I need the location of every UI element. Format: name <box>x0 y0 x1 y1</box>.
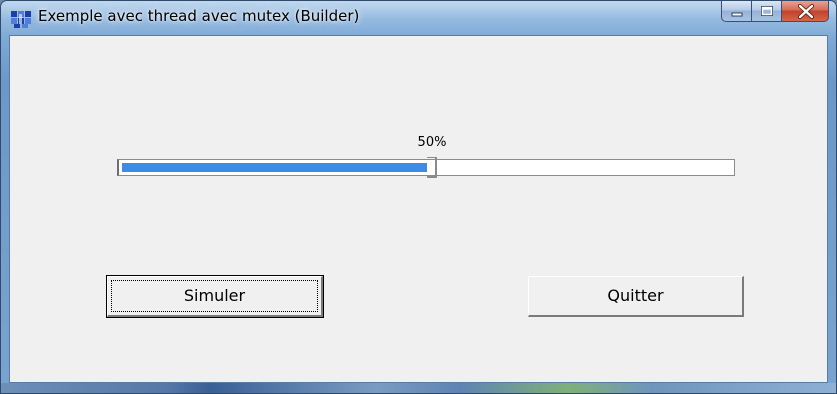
caption-buttons <box>721 1 829 23</box>
simulate-button[interactable]: Simuler <box>106 275 324 318</box>
minimize-icon <box>731 12 743 17</box>
progress-percent-label: 50% <box>417 135 447 150</box>
progress-bar[interactable] <box>117 157 735 178</box>
progress-thumb[interactable] <box>427 157 437 178</box>
maximize-icon <box>761 6 773 16</box>
window-title: Exemple avec thread avec mutex (Builder) <box>38 7 360 25</box>
background-strip <box>1 383 836 393</box>
simulate-button-label: Simuler <box>183 286 246 305</box>
close-button[interactable] <box>781 1 829 22</box>
title-bar[interactable]: Exemple avec thread avec mutex (Builder) <box>1 1 836 35</box>
progress-bar-fill <box>122 163 427 172</box>
minimize-button[interactable] <box>721 1 751 22</box>
main-window: Exemple avec thread avec mutex (Builder) <box>0 0 837 394</box>
close-icon <box>798 4 814 19</box>
app-icon[interactable] <box>10 9 32 29</box>
quit-button-label: Quitter <box>607 286 664 305</box>
client-area: 50% Simuler Quitter <box>9 35 828 383</box>
maximize-button[interactable] <box>751 1 781 22</box>
quit-button[interactable]: Quitter <box>528 276 744 317</box>
